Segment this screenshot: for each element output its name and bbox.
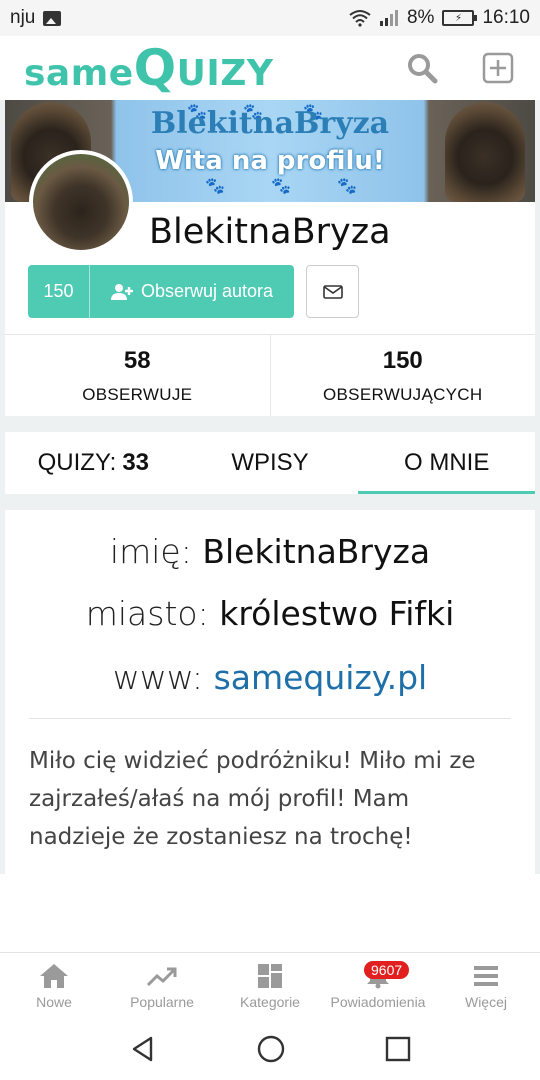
envelope-icon <box>322 284 343 299</box>
paw-icon: 🐾 <box>337 178 357 195</box>
dog-image-right <box>445 102 525 202</box>
profile-tabs: QUIZY: 33 WPISY O MNIE <box>5 432 535 494</box>
divider <box>29 718 511 719</box>
clock: 16:10 <box>482 7 530 28</box>
tab-quizy[interactable]: QUIZY: 33 <box>5 432 182 494</box>
city-value: królestwo Fifki <box>219 594 455 633</box>
system-nav-bar <box>0 1018 540 1080</box>
nav-nowe-label: Nowe <box>36 993 72 1010</box>
back-icon[interactable] <box>129 1035 157 1063</box>
add-user-icon <box>110 283 133 300</box>
nav-nowe[interactable]: Nowe <box>0 953 108 1018</box>
tab-wpisy[interactable]: WPISY <box>182 432 359 494</box>
signal-icon <box>379 10 398 26</box>
about-section: imię: BlekitnaBryza miasto: królestwo Fi… <box>5 510 535 874</box>
notification-badge: 9607 <box>364 961 410 979</box>
bio-text: Miło cię widzieć podróżniku! Miło mi ze … <box>29 748 476 850</box>
info-name: imię: BlekitnaBryza <box>5 532 535 571</box>
following-count: 58 <box>123 347 151 374</box>
stat-followers[interactable]: 150 OBSERWUJĄCYCH <box>269 335 536 416</box>
follow-count[interactable]: 150 <box>28 265 90 318</box>
battery-icon: ⚡ <box>442 10 478 26</box>
name-value: BlekitnaBryza <box>202 532 431 571</box>
nav-wiecej-label: Więcej <box>464 993 507 1010</box>
nav-wiecej[interactable]: Więcej <box>432 953 540 1018</box>
following-label: OBSERWUJE <box>82 385 193 404</box>
follow-group: 150 Obserwuj autora <box>28 265 294 318</box>
follow-author-label: Obserwuj autora <box>140 281 274 301</box>
nav-popularne[interactable]: Popularne <box>108 953 216 1018</box>
follow-author-button[interactable]: Obserwuj autora <box>90 265 294 318</box>
avatar <box>29 150 133 254</box>
nav-popularne-label: Popularne <box>130 993 194 1010</box>
paw-icon: 🐾 <box>205 178 225 195</box>
samequizy-logo[interactable]: sameQUIZY <box>24 39 273 97</box>
nav-kategorie[interactable]: Kategorie <box>216 953 324 1018</box>
name-label: imię: <box>109 532 192 571</box>
content-spacer <box>0 874 540 952</box>
tab-wpisy-label: WPISY <box>231 449 309 476</box>
tab-quizy-label: QUIZY: <box>37 449 117 476</box>
www-label: www: <box>112 658 204 697</box>
nav-powiadomienia[interactable]: 9607 Powiadomienia <box>324 953 432 1018</box>
info-city: miasto: królestwo Fifki <box>5 594 535 633</box>
grid-icon <box>258 963 282 988</box>
profile-username: BlekitnaBryza <box>149 212 391 252</box>
search-icon <box>408 54 438 84</box>
home-circle-icon[interactable] <box>256 1034 286 1064</box>
menu-icon <box>474 965 498 986</box>
battery-percent: 8% <box>406 7 435 28</box>
www-link[interactable]: samequizy.pl <box>214 658 428 697</box>
followers-count: 150 <box>382 347 423 374</box>
message-button[interactable] <box>306 265 359 318</box>
banner-title: BlekitnaBryza <box>150 106 390 141</box>
nav-kategorie-label: Kategorie <box>240 993 300 1010</box>
image-notification-icon <box>43 10 62 26</box>
home-icon <box>40 963 68 988</box>
trending-icon <box>146 967 177 986</box>
tab-quizy-count: 33 <box>122 449 150 476</box>
follow-stats: 58 OBSERWUJE 150 OBSERWUJĄCYCH <box>5 334 535 416</box>
followers-label: OBSERWUJĄCYCH <box>323 385 483 404</box>
tab-o-mnie-label: O MNIE <box>404 449 490 476</box>
search-button[interactable] <box>404 50 440 86</box>
stat-following[interactable]: 58 OBSERWUJE <box>5 335 270 416</box>
info-www: www: samequizy.pl <box>5 658 535 697</box>
nav-powiadomienia-label: Powiadomienia <box>330 993 426 1010</box>
bottom-nav: Nowe Popularne Kategorie 9607 Powiadomie… <box>0 952 540 1018</box>
tab-o-mnie[interactable]: O MNIE <box>358 432 535 494</box>
add-quiz-button[interactable] <box>480 50 516 86</box>
paw-icon: 🐾 <box>271 178 291 195</box>
banner-subtitle: Wita na profilu! <box>155 146 385 176</box>
status-bar: nju 8% ⚡ 16:10 <box>0 0 540 36</box>
city-label: miasto: <box>85 594 209 633</box>
recents-icon[interactable] <box>385 1036 411 1062</box>
carrier-name: nju <box>10 7 36 28</box>
app-header: sameQUIZY <box>0 36 540 100</box>
plus-square-icon <box>482 52 514 84</box>
wifi-icon <box>349 10 371 27</box>
profile-card: 🐾 🐾 🐾 🐾 🐾 🐾 BlekitnaBryza Wita na profil… <box>5 100 535 416</box>
